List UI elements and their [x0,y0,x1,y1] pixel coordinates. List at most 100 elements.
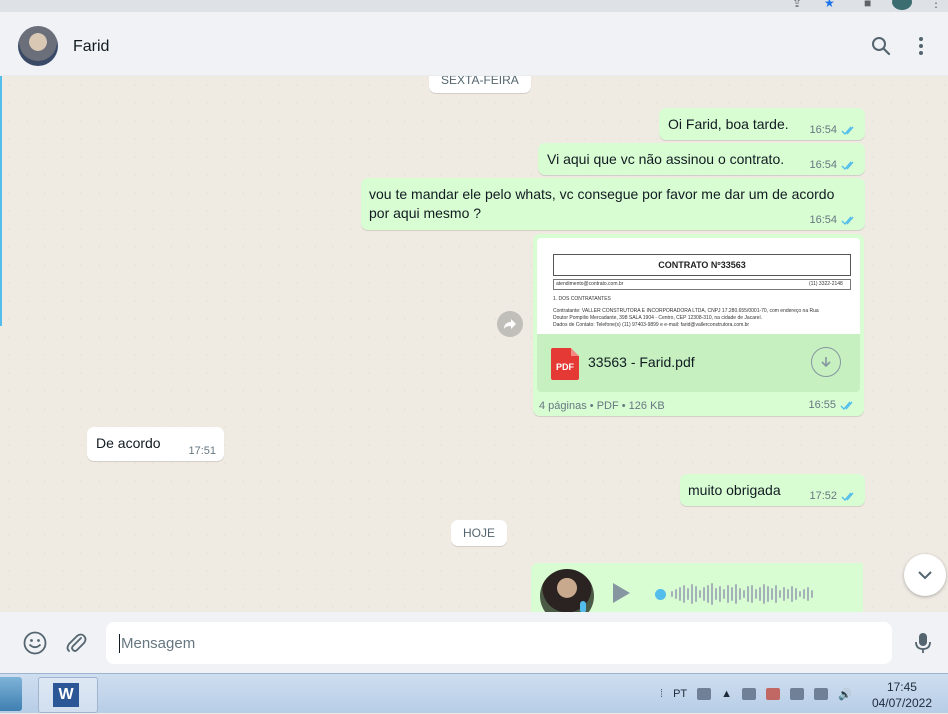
contact-avatar[interactable] [18,26,58,66]
waveform-bar [695,586,697,602]
attach-paperclip-icon[interactable] [63,630,89,656]
document-preview[interactable]: CONTRATO Nº33563 atendimento@contrato.co… [537,238,860,334]
composer-bar [0,612,948,673]
date-separator: SEXTA-FEIRA [429,76,531,93]
taskbar-clock[interactable]: 17:45 04/07/2022 [872,679,932,711]
forward-icon [504,319,516,329]
message-incoming[interactable]: De acordo 17:51 [87,427,224,461]
waveform-bar [747,586,749,602]
waveform-bar [799,591,801,597]
download-icon [821,357,831,368]
waveform-bar [755,589,757,599]
waveform-bar [739,588,741,600]
waveform-bar [767,586,769,602]
menu-kebab-icon[interactable] [909,34,933,58]
message-text-line1: vou te mandar ele pelo whats, vc consegu… [369,186,835,202]
waveform-bar [671,591,673,597]
document-pages: 4 páginas [539,400,587,412]
volume-icon[interactable]: 🔊 [838,688,852,701]
preview-email: atendimento@contrato.com.br [556,281,624,287]
play-icon[interactable] [613,583,630,603]
waveform-bar [731,587,733,601]
download-button[interactable] [811,347,841,377]
message-meta: 16:54 [809,124,857,136]
message-time: 17:51 [188,445,216,457]
document-file-row[interactable]: PDF 33563 - Farid.pdf [537,334,860,392]
read-ticks-icon [840,401,853,410]
device-icon[interactable] [790,688,805,700]
waveform-bar [683,585,685,603]
waveform-bar [707,585,709,603]
clock-date: 04/07/2022 [871,696,932,710]
waveform-bar [743,590,745,598]
message-outgoing[interactable]: vou te mandar ele pelo whats, vc consegu… [361,178,865,230]
playhead-dot[interactable] [655,588,666,600]
audio-waveform[interactable] [655,583,845,605]
read-ticks-icon [841,216,854,225]
message-text: muito obrigada [688,482,781,498]
network-signal-icon[interactable] [814,688,829,700]
waveform-bar [795,588,797,600]
message-outgoing[interactable]: muito obrigada 17:52 [680,474,865,506]
read-ticks-icon [841,161,854,170]
message-meta: 16:55 [808,399,856,411]
waveform-bar [723,589,725,599]
action-center-flag-icon[interactable] [766,688,781,700]
read-ticks-icon [841,492,854,501]
preview-phone: (11) 3322-2148 [809,281,843,287]
message-time: 16:55 [808,399,836,411]
tray-overflow-chevron-icon[interactable]: ▲ [721,688,732,700]
message-input[interactable] [119,633,879,653]
emoji-icon[interactable] [22,630,48,656]
waveform-bar [687,588,689,600]
message-outgoing[interactable]: Vi aqui que vc não assinou o contrato. 1… [538,143,865,175]
tray-grip-icon: ⁞ [660,688,664,700]
search-icon[interactable] [869,34,893,58]
taskbar-app-word[interactable]: W [38,677,98,713]
waveform-bar [675,589,677,599]
forward-button[interactable] [497,311,523,337]
tray-language[interactable]: PT [673,688,687,700]
clock-time: 17:45 [886,680,917,694]
waveform-bar [803,589,805,599]
waveform-bar [771,588,773,600]
waveform-bar [699,590,701,598]
preview-line: Doutor Pompilio Mercadante, 398 SALA 190… [553,315,763,321]
message-text: vou te mandar ele pelo whats, vc consegu… [369,185,834,223]
waveform-bar [779,590,781,598]
profile-avatar-icon[interactable] [892,0,912,10]
microphone-icon[interactable] [910,630,936,656]
text-caret [119,634,120,653]
printer-icon[interactable] [742,688,757,700]
word-app-icon: W [53,683,79,707]
bookmark-star-icon[interactable]: ★ [824,0,835,10]
date-separator-today: HOJE [451,520,508,546]
waveform-bar [715,588,717,600]
waveform-bar [807,587,809,601]
waveform-bar [711,583,713,605]
keyboard-icon[interactable] [697,688,712,700]
message-time: 16:54 [809,159,837,171]
extension-icon[interactable]: ■ [864,0,871,10]
preview-line: Contratante: VALLER CONSTRUTORA E INCORP… [553,308,819,314]
waveform-bar [759,587,761,601]
document-message[interactable]: CONTRATO Nº33563 atendimento@contrato.co… [533,234,864,416]
document-size: 126 KB [628,400,665,412]
waveform-bar [751,585,753,603]
waveform-bar [719,586,721,602]
message-input-box[interactable] [106,622,892,664]
document-info: 4 páginas • PDF • 126 KB [539,400,665,412]
message-text: Oi Farid, boa tarde. [668,116,789,132]
taskbar-app-photos-icon[interactable] [0,677,22,711]
share-icon[interactable]: ⇪ [792,0,802,10]
message-outgoing[interactable]: Oi Farid, boa tarde. 16:54 [659,108,865,140]
preview-title: CONTRATO Nº33563 [553,254,851,276]
waveform-bar [787,589,789,599]
scroll-to-bottom-button[interactable] [904,554,946,596]
waveform-bar [735,584,737,604]
browser-menu-icon[interactable]: ⋮ [930,0,942,10]
waveform-bar [775,585,777,603]
message-meta: 17:52 [809,490,857,502]
contact-name[interactable]: Farid [73,38,109,56]
system-tray: ⁞ PT ▲ 🔊 [660,674,852,714]
